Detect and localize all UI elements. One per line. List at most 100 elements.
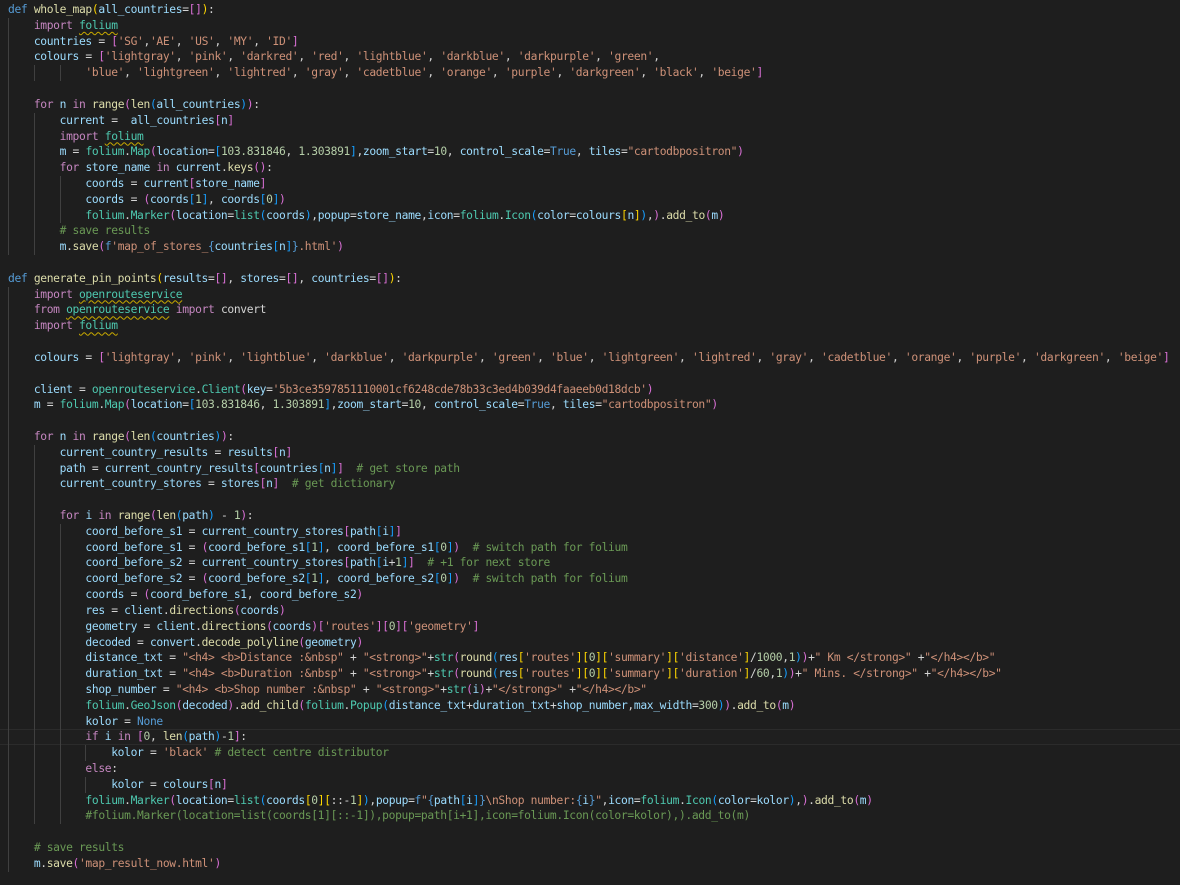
- indent-guide: [59, 697, 61, 714]
- code-line[interactable]: geometry = client.directions(coords)['ro…: [0, 618, 1180, 635]
- code-line[interactable]: kolor = None: [0, 713, 1180, 730]
- code-token: ,: [956, 350, 970, 364]
- code-line[interactable]: current_country_stores = stores[n] # get…: [0, 476, 1180, 493]
- indent-guide: [33, 128, 35, 145]
- code-line[interactable]: [0, 81, 1180, 97]
- indent-guide: [8, 840, 9, 856]
- code-line[interactable]: folium.Marker(location=list(coords),popu…: [0, 207, 1180, 224]
- code-line[interactable]: kolor = colours[n]: [0, 776, 1180, 793]
- code-line[interactable]: coord_before_s1 = current_country_stores…: [0, 523, 1180, 540]
- code-token: ,: [253, 34, 267, 48]
- code-token: True: [524, 398, 551, 412]
- code-line[interactable]: coord_before_s1 = (coord_before_s1[1], c…: [0, 539, 1180, 556]
- code-line[interactable]: 'blue', 'lightgreen', 'lightred', 'gray'…: [0, 65, 1180, 82]
- code-line[interactable]: countries = ['SG','AE', 'US', 'MY', 'ID'…: [0, 33, 1180, 50]
- code-token: coord_before_s1: [208, 540, 305, 554]
- code-line[interactable]: m = folium.Map(location=[103.831846, 1.3…: [0, 144, 1180, 161]
- code-token: range: [91, 429, 125, 443]
- code-line[interactable]: coords = (coords[1], coords[0]): [0, 191, 1180, 208]
- code-line[interactable]: for n in range(len(countries)):: [0, 428, 1180, 445]
- code-line[interactable]: import openrouteservice: [0, 286, 1180, 303]
- code-line[interactable]: coord_before_s2 = current_country_stores…: [0, 555, 1180, 572]
- code-line[interactable]: else:: [0, 761, 1180, 777]
- code-line[interactable]: # save results: [0, 223, 1180, 240]
- code-line[interactable]: coords = (coord_before_s1, coord_before_…: [0, 587, 1180, 603]
- indent-guide: [8, 460, 9, 477]
- code-line[interactable]: def generate_pin_points(results=[], stor…: [0, 271, 1180, 287]
- code-token: =: [91, 34, 112, 48]
- code-line[interactable]: decoded = convert.decode_polyline(geomet…: [0, 634, 1180, 651]
- code-line[interactable]: path = current_country_results[countries…: [0, 460, 1180, 477]
- indent-guide: [59, 713, 61, 730]
- code-line[interactable]: [0, 255, 1180, 271]
- code-token: Marker: [130, 793, 170, 807]
- code-token: add_child: [240, 698, 299, 712]
- code-line[interactable]: for store_name in current.keys():: [0, 160, 1180, 176]
- indent-guide: [8, 824, 9, 841]
- code-token: location: [130, 398, 183, 412]
- code-token: ,: [175, 34, 189, 48]
- code-token: colours: [162, 777, 209, 791]
- code-token: ): [788, 698, 796, 712]
- code-token: coord_before_s1: [149, 588, 247, 602]
- code-token: 'blue': [550, 350, 589, 364]
- code-token: ]: [220, 777, 228, 791]
- code-line[interactable]: duration_txt = "<h4> <b>Duration :&nbsp"…: [0, 666, 1180, 682]
- code-line[interactable]: m.save('map_result_now.html'): [0, 855, 1180, 872]
- code-line[interactable]: colours = ['lightgray', 'pink', 'lightbl…: [0, 349, 1180, 366]
- code-line[interactable]: distance_txt = "<h4> <b>Distance :&nbsp"…: [0, 650, 1180, 667]
- code-line[interactable]: kolor = 'black' # detect centre distribu…: [0, 745, 1180, 761]
- code-token: for: [59, 161, 80, 175]
- code-line[interactable]: folium.Marker(location=list(coords[0][::…: [0, 792, 1180, 809]
- code-line[interactable]: [0, 365, 1180, 382]
- code-line[interactable]: current = all_countries[n]: [0, 112, 1180, 129]
- indent-guide: [8, 286, 9, 303]
- code-line[interactable]: m = folium.Map(location=[103.831846, 1.3…: [0, 397, 1180, 414]
- code-token: colours: [33, 50, 80, 64]
- code-editor[interactable]: def whole_map(all_countries=[]): import …: [0, 0, 1180, 885]
- code-line[interactable]: [0, 492, 1180, 508]
- code-line[interactable]: if i in [0, len(path)-1]:: [0, 729, 1180, 746]
- code-token: countries: [33, 34, 92, 48]
- code-line[interactable]: for i in range(len(path) - 1):: [0, 508, 1180, 524]
- code-line[interactable]: m.save(f'map_of_stores_{countries[n]}.ht…: [0, 239, 1180, 255]
- code-line[interactable]: res = client.directions(coords): [0, 602, 1180, 619]
- code-token: =: [162, 667, 183, 681]
- code-line[interactable]: import folium: [0, 17, 1180, 34]
- code-line[interactable]: client = openrouteservice.Client(key='5b…: [0, 381, 1180, 398]
- code-token: (): [253, 161, 267, 175]
- code-token: coords: [85, 588, 125, 602]
- code-line[interactable]: def whole_map(all_countries=[]):: [0, 2, 1180, 18]
- code-line[interactable]: import folium: [0, 128, 1180, 145]
- code-line[interactable]: colours = ['lightgray', 'pink', 'darkred…: [0, 49, 1180, 66]
- code-token: =: [143, 746, 163, 760]
- indent-guide: [8, 666, 9, 682]
- code-line[interactable]: from openrouteservice import convert: [0, 302, 1180, 319]
- code-line[interactable]: shop_number = "<h4> <b>Shop number :&nbs…: [0, 681, 1180, 698]
- code-token: # switch path for folium: [472, 540, 628, 554]
- indent-guide: [59, 618, 61, 635]
- code-line[interactable]: [0, 824, 1180, 841]
- code-token: folium: [640, 793, 680, 807]
- code-line[interactable]: [0, 334, 1180, 350]
- code-line[interactable]: #folium.Marker(location=list(coords[1][:…: [0, 808, 1180, 825]
- indent-guide: [8, 128, 9, 145]
- code-line[interactable]: folium.GeoJson(decoded).add_child(folium…: [0, 697, 1180, 714]
- code-line[interactable]: # save results: [0, 840, 1180, 856]
- code-token: key: [246, 382, 267, 396]
- code-token: 'lightgray': [104, 350, 176, 364]
- code-line[interactable]: for n in range(len(all_countries)):: [0, 96, 1180, 113]
- code-token: location: [175, 208, 228, 222]
- code-token: path: [182, 509, 209, 522]
- code-line[interactable]: import folium: [0, 318, 1180, 335]
- code-line[interactable]: coords = current[store_name]: [0, 175, 1180, 192]
- code-token: ,: [343, 50, 357, 64]
- code-line[interactable]: [0, 413, 1180, 429]
- code-line[interactable]: coord_before_s2 = (coord_before_s2[1], c…: [0, 571, 1180, 588]
- code-token: 'beige': [711, 66, 757, 80]
- code-token: # switch path for folium: [472, 572, 628, 586]
- code-line[interactable]: current_country_results = results[n]: [0, 444, 1180, 461]
- indent-guide: [8, 381, 9, 398]
